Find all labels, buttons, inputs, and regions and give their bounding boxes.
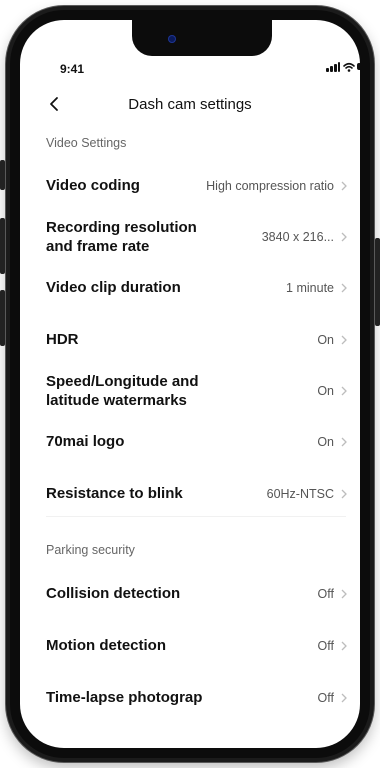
chevron-right-icon <box>341 386 347 396</box>
setting-value: Off <box>317 639 334 653</box>
chevron-right-icon <box>341 641 347 651</box>
chevron-right-icon <box>341 437 347 447</box>
wifi-icon <box>343 62 355 72</box>
setting-row-watermarks[interactable]: Speed/Longitude and latitude watermarks … <box>20 370 360 412</box>
status-icons <box>326 60 360 74</box>
volume-up-button <box>0 218 5 274</box>
setting-row-collision-detection[interactable]: Collision detection Off <box>20 578 360 610</box>
setting-value: Off <box>317 587 334 601</box>
setting-label: Video clip duration <box>46 279 181 296</box>
setting-label: 70mai logo <box>46 433 125 450</box>
setting-row-70mai-logo[interactable]: 70mai logo On <box>20 426 360 458</box>
setting-row-hdr[interactable]: HDR On <box>20 324 360 356</box>
camera-dot <box>168 35 176 43</box>
setting-row-video-coding[interactable]: Video coding High compression ratio <box>20 168 360 204</box>
page-title: Dash cam settings <box>128 96 252 113</box>
nav-bar: Dash cam settings <box>20 82 360 126</box>
chevron-right-icon <box>341 232 347 242</box>
setting-row-resolution[interactable]: Recording resolution and frame rate 3840… <box>20 216 360 258</box>
section-header-video-settings: Video Settings <box>46 136 127 150</box>
signal-icon <box>326 62 340 72</box>
setting-value: On <box>317 435 334 449</box>
setting-label: Speed/Longitude and latitude watermarks <box>46 373 199 409</box>
setting-label: Video coding <box>46 177 140 194</box>
battery-icon <box>357 63 360 70</box>
setting-value: On <box>317 384 334 398</box>
chevron-right-icon <box>341 489 347 499</box>
status-time: 9:41 <box>60 62 85 76</box>
chevron-right-icon <box>341 693 347 703</box>
setting-label: Recording resolution and frame rate <box>46 219 197 255</box>
setting-label: Motion detection <box>46 637 166 654</box>
setting-value: 60Hz-NTSC <box>266 487 334 501</box>
chevron-right-icon <box>341 589 347 599</box>
section-divider <box>46 516 346 517</box>
setting-row-clip-duration[interactable]: Video clip duration 1 minute <box>20 272 360 304</box>
setting-value: Off <box>317 691 334 705</box>
chevron-right-icon <box>341 335 347 345</box>
notch <box>132 20 272 56</box>
silent-switch <box>0 160 5 190</box>
setting-value: On <box>317 333 334 347</box>
setting-row-resistance-to-blink[interactable]: Resistance to blink 60Hz-NTSC <box>20 478 360 510</box>
chevron-right-icon <box>341 181 347 191</box>
section-header-parking-security: Parking security <box>46 543 135 557</box>
setting-row-time-lapse[interactable]: Time-lapse photograp Off <box>20 682 360 714</box>
volume-down-button <box>0 290 5 346</box>
setting-label: Resistance to blink <box>46 485 183 502</box>
power-button <box>375 238 380 326</box>
setting-label: Time-lapse photograp <box>46 689 203 706</box>
screen: 9:41 Dash cam settings Video Settings Vi… <box>20 20 360 748</box>
setting-row-motion-detection[interactable]: Motion detection Off <box>20 630 360 662</box>
setting-value: High compression ratio <box>206 179 334 193</box>
setting-value: 1 minute <box>286 281 334 295</box>
setting-value: 3840 x 216... <box>261 230 334 244</box>
chevron-right-icon <box>341 283 347 293</box>
setting-label: HDR <box>46 331 79 348</box>
setting-label: Collision detection <box>46 585 181 602</box>
